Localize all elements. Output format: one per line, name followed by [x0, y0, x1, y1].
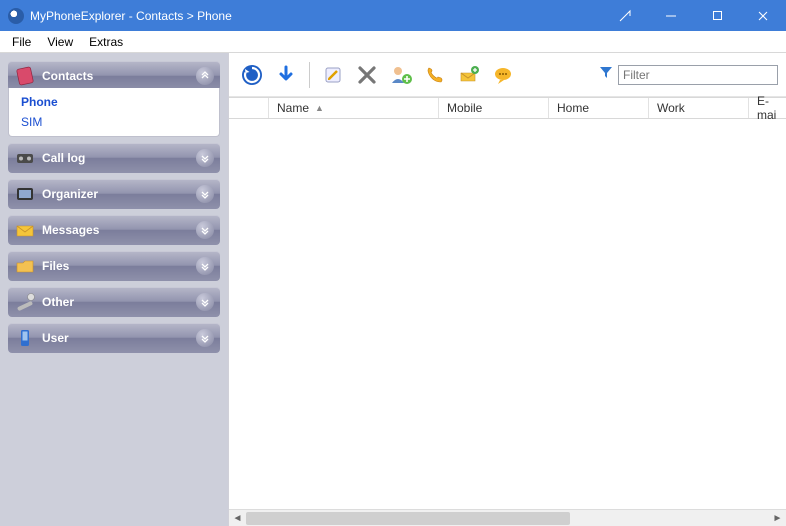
column-label: Home: [557, 101, 589, 115]
sidebar-group-body-contacts: Phone SIM: [8, 88, 220, 137]
column-label: E-mai: [757, 94, 778, 122]
chevron-down-icon: [196, 329, 214, 347]
sidebar-group-label: Call log: [42, 151, 196, 165]
sidebar-group-contacts[interactable]: Contacts: [8, 61, 220, 91]
sidebar-group-label: Other: [42, 295, 196, 309]
content-area: Name ▲ Mobile Home Work E-mai ◄ ►: [228, 53, 786, 526]
call-log-icon: [14, 147, 36, 169]
menu-bar: File View Extras: [0, 31, 786, 53]
chevron-down-icon: [196, 221, 214, 239]
column-email[interactable]: E-mai: [749, 98, 786, 118]
sort-asc-icon: ▲: [315, 103, 324, 113]
chevron-down-icon: [196, 185, 214, 203]
column-work[interactable]: Work: [649, 98, 749, 118]
horizontal-scrollbar[interactable]: ◄ ►: [229, 509, 786, 526]
contacts-icon: [14, 65, 36, 87]
close-button[interactable]: [740, 0, 786, 31]
call-button[interactable]: [420, 60, 450, 90]
filter-icon[interactable]: [598, 64, 614, 85]
column-name[interactable]: Name ▲: [269, 98, 439, 118]
menu-view[interactable]: View: [39, 33, 81, 51]
sidebar-item-phone[interactable]: Phone: [9, 92, 219, 112]
toolbar-separator: [309, 62, 310, 88]
maximize-button[interactable]: [694, 0, 740, 31]
column-mobile[interactable]: Mobile: [439, 98, 549, 118]
table-header: Name ▲ Mobile Home Work E-mai: [229, 97, 786, 119]
chevron-up-icon: [196, 67, 214, 85]
other-icon: [14, 291, 36, 313]
sidebar-group-organizer[interactable]: Organizer: [8, 179, 220, 209]
column-checkbox[interactable]: [229, 98, 269, 118]
sidebar-group-label: Contacts: [42, 69, 196, 83]
edit-button[interactable]: [318, 60, 348, 90]
column-label: Work: [657, 101, 685, 115]
sidebar-group-label: Messages: [42, 223, 196, 237]
menu-extras[interactable]: Extras: [81, 33, 131, 51]
chevron-down-icon: [196, 293, 214, 311]
minimize-button[interactable]: [648, 0, 694, 31]
sidebar-group-user[interactable]: User: [8, 323, 220, 353]
title-bar: MyPhoneExplorer - Contacts > Phone: [0, 0, 786, 31]
messages-icon: [14, 219, 36, 241]
download-button[interactable]: [271, 60, 301, 90]
column-label: Name: [277, 101, 309, 115]
files-icon: [14, 255, 36, 277]
chevron-down-icon: [196, 149, 214, 167]
window-title: MyPhoneExplorer - Contacts > Phone: [30, 9, 232, 23]
chat-button[interactable]: [488, 60, 518, 90]
delete-button[interactable]: [352, 60, 382, 90]
column-home[interactable]: Home: [549, 98, 649, 118]
sidebar-group-other[interactable]: Other: [8, 287, 220, 317]
scroll-thumb[interactable]: [246, 512, 570, 525]
scroll-right-button[interactable]: ►: [769, 510, 786, 526]
filter-input[interactable]: [618, 65, 778, 85]
user-icon: [14, 327, 36, 349]
sidebar-group-label: User: [42, 331, 196, 345]
add-contact-button[interactable]: [386, 60, 416, 90]
table-body: [229, 119, 786, 509]
column-label: Mobile: [447, 101, 482, 115]
sidebar-group-label: Organizer: [42, 187, 196, 201]
send-message-button[interactable]: [454, 60, 484, 90]
sidebar-group-label: Files: [42, 259, 196, 273]
scroll-track[interactable]: [246, 510, 769, 526]
sidebar: Contacts Phone SIM Call log: [0, 53, 228, 526]
sidebar-item-sim[interactable]: SIM: [9, 112, 219, 132]
tablet-mode-button[interactable]: [602, 0, 648, 31]
sidebar-group-call-log[interactable]: Call log: [8, 143, 220, 173]
refresh-button[interactable]: [237, 60, 267, 90]
chevron-down-icon: [196, 257, 214, 275]
sidebar-group-files[interactable]: Files: [8, 251, 220, 281]
scroll-left-button[interactable]: ◄: [229, 510, 246, 526]
menu-file[interactable]: File: [4, 33, 39, 51]
toolbar: [229, 53, 786, 97]
organizer-icon: [14, 183, 36, 205]
sidebar-group-messages[interactable]: Messages: [8, 215, 220, 245]
app-icon: [8, 8, 24, 24]
